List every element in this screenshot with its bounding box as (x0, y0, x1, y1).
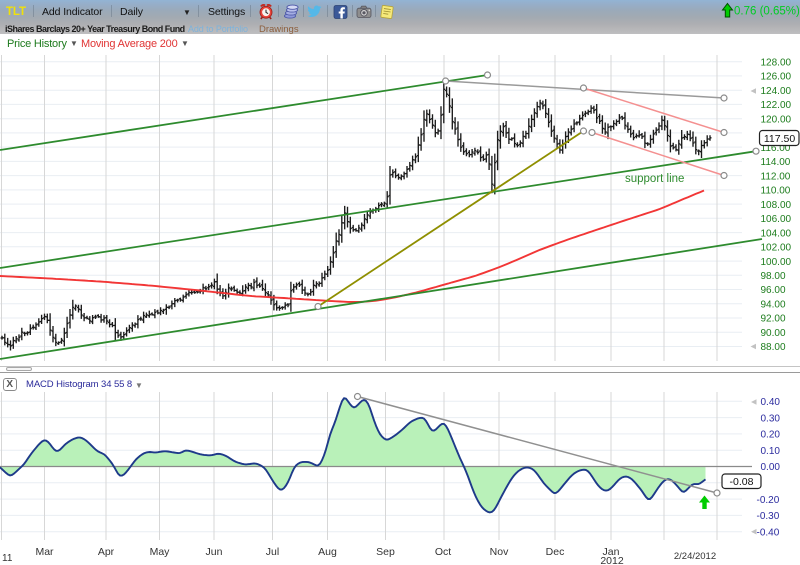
svg-text:117.50: 117.50 (764, 133, 795, 145)
svg-text:88.00: 88.00 (761, 342, 786, 353)
svg-text:0.20: 0.20 (761, 430, 781, 441)
svg-text:support line: support line (625, 173, 684, 185)
svg-text:126.00: 126.00 (761, 72, 792, 83)
svg-text:90.00: 90.00 (761, 328, 786, 339)
svg-text:124.00: 124.00 (761, 86, 792, 97)
svg-text:0.00: 0.00 (761, 462, 781, 473)
svg-text:104.00: 104.00 (761, 228, 792, 239)
svg-text:102.00: 102.00 (761, 243, 792, 254)
svg-text:0.10: 0.10 (761, 446, 781, 457)
svg-text:96.00: 96.00 (761, 285, 786, 296)
svg-text:110.00: 110.00 (761, 186, 791, 197)
svg-text:-0.08: -0.08 (730, 476, 754, 488)
svg-text:106.00: 106.00 (761, 214, 792, 225)
svg-text:11: 11 (2, 553, 13, 564)
svg-text:112.00: 112.00 (761, 171, 791, 182)
svg-text:-0.30: -0.30 (757, 511, 780, 522)
svg-text:Jun: Jun (206, 546, 223, 558)
svg-text:May: May (150, 546, 171, 558)
svg-text:Aug: Aug (318, 546, 337, 558)
svg-text:0.40: 0.40 (761, 397, 781, 408)
svg-text:-0.20: -0.20 (757, 495, 780, 506)
svg-text:Apr: Apr (98, 546, 115, 558)
svg-text:94.00: 94.00 (761, 300, 786, 311)
svg-text:120.00: 120.00 (761, 114, 792, 125)
svg-text:Nov: Nov (490, 546, 509, 558)
svg-text:114.00: 114.00 (761, 157, 791, 168)
svg-text:0.76 (0.65%): 0.76 (0.65%) (734, 6, 800, 18)
svg-text:Oct: Oct (435, 546, 451, 558)
svg-text:Jul: Jul (266, 546, 279, 558)
svg-text:-0.40: -0.40 (757, 527, 780, 538)
svg-text:0.30: 0.30 (761, 413, 781, 424)
svg-text:Sep: Sep (376, 546, 395, 558)
svg-text:108.00: 108.00 (761, 200, 792, 211)
svg-text:122.00: 122.00 (761, 100, 792, 111)
svg-text:2012: 2012 (600, 555, 624, 565)
svg-text:98.00: 98.00 (761, 271, 786, 282)
svg-text:128.00: 128.00 (761, 57, 792, 68)
svg-text:100.00: 100.00 (761, 257, 792, 268)
svg-text:92.00: 92.00 (761, 314, 786, 325)
svg-text:Dec: Dec (546, 546, 565, 558)
svg-text:2/24/2012: 2/24/2012 (674, 551, 716, 562)
svg-text:Mar: Mar (35, 546, 54, 558)
